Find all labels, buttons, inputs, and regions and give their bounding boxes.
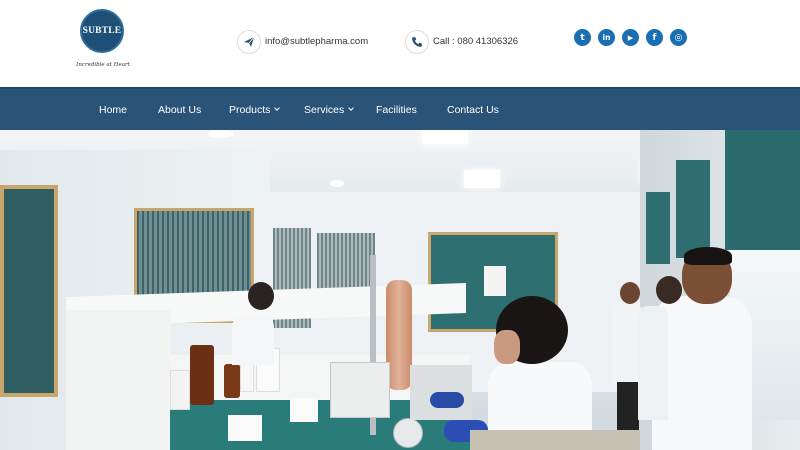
ceiling-spot [330,180,344,187]
fume-hood-panel [676,160,710,258]
rotavap-unit [330,362,390,418]
social-links: t in ▶ f ◎ [574,29,694,46]
rotavap-flask [393,418,423,448]
socket [290,398,318,422]
nav-about-us-label[interactable]: About Us [158,104,201,116]
wall-notice [484,266,506,296]
nav-about-us[interactable]: About Us [158,89,201,130]
nav-products-label[interactable]: Products [229,104,270,116]
phone-text[interactable]: Call : 080 41306326 [433,36,518,47]
white-bottle [240,362,254,392]
white-bottle [170,370,190,410]
logo-tagline: Incredible at Heart [76,62,130,68]
nav-services[interactable]: Services [304,89,355,130]
scientist-man-hair [684,247,732,265]
top-header: SUBTLE Incredible at Heart info@subtleph… [0,0,800,87]
contact-phone[interactable]: Call : 080 41306326 [405,29,518,54]
nav-services-label[interactable]: Services [304,104,344,116]
scientist-back-left [232,315,274,365]
nav-home-label[interactable]: Home [99,104,127,116]
nav-contact-us[interactable]: Contact Us [447,89,499,130]
nav-contact-us-label[interactable]: Contact Us [447,104,499,116]
paper-plane-icon [237,29,261,54]
facebook-icon[interactable]: f [646,29,663,46]
scientist-woman-face [494,330,520,364]
fume-hood-panel [646,192,670,264]
contact-email[interactable]: info@subtlepharma.com [237,29,368,54]
chevron-down-icon [348,104,355,111]
chevron-down-icon [274,104,281,111]
amber-bottle [190,345,214,405]
blue-glove [430,392,464,408]
lab-bench-cabinet [66,310,171,450]
linkedin-icon[interactable]: in [598,29,615,46]
nav-products[interactable]: Products [229,89,281,130]
fume-hood-panel [725,130,800,250]
nav-facilities[interactable]: Facilities [376,89,417,130]
logo-text: SUBTLE [82,26,122,36]
nav-facilities-label[interactable]: Facilities [376,104,417,116]
instagram-icon[interactable]: ◎ [670,29,687,46]
nav-home[interactable]: Home [99,89,127,130]
scientist-head [248,282,274,310]
email-text[interactable]: info@subtlepharma.com [265,36,368,47]
socket [228,415,262,441]
brand-logo[interactable]: SUBTLE Incredible at Heart [76,9,130,71]
main-navigation: Home About Us Products Services Faciliti… [0,87,800,130]
amber-bottle [224,364,240,398]
ceiling-light [422,130,468,144]
scientist-mid-coat [638,306,668,420]
hero-lab-photo [0,130,800,450]
scientist-rear-head [620,282,640,304]
twitter-icon[interactable]: t [574,29,591,46]
ceiling-spot [208,130,234,138]
phone-icon [405,29,429,54]
floor [470,430,640,450]
scientist-mid-head [656,276,682,304]
left-window [0,185,58,397]
ceiling-light [464,170,500,188]
youtube-icon[interactable]: ▶ [622,29,639,46]
logo-badge: SUBTLE [80,9,124,53]
